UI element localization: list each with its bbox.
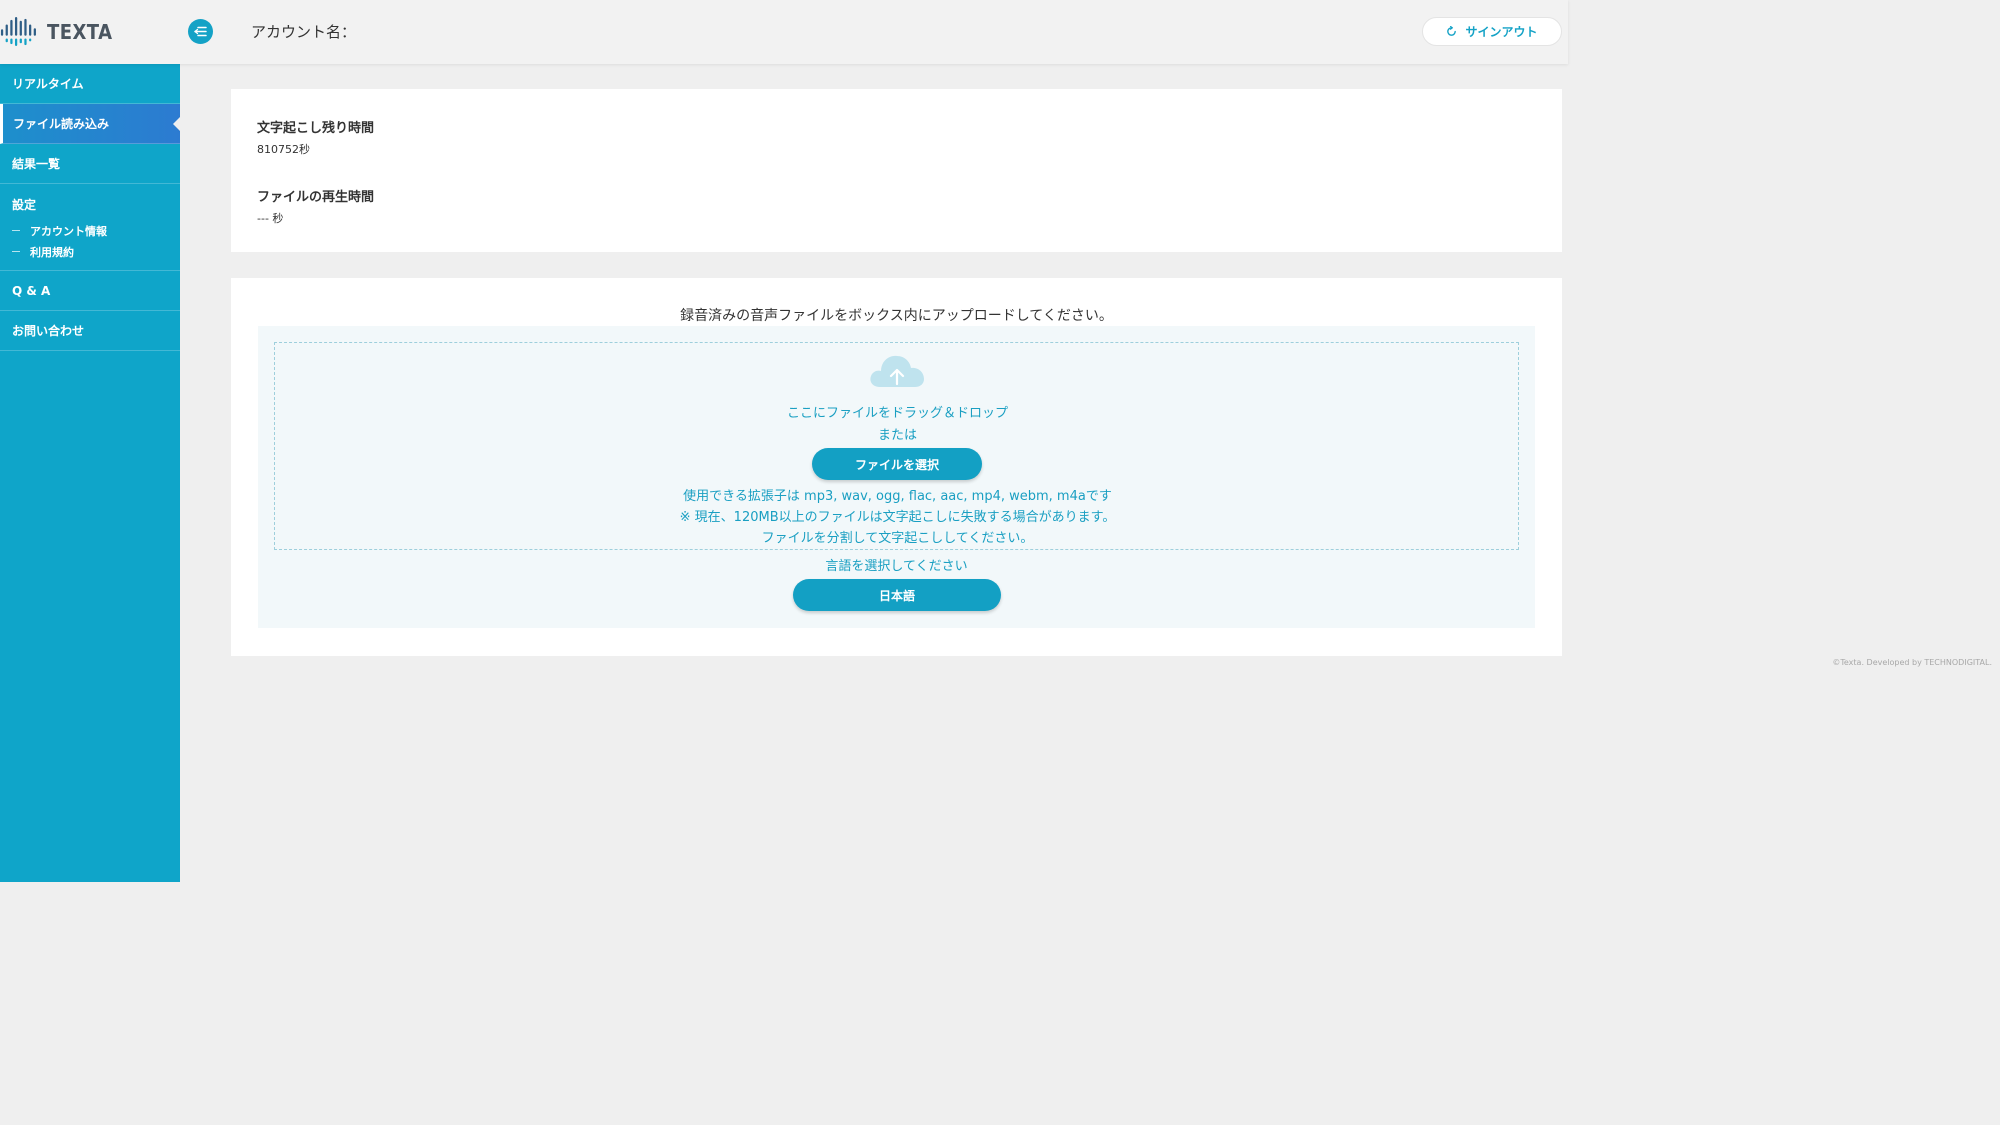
sidebar-group-settings: 設定 アカウント情報 利用規約 — [0, 184, 180, 271]
sidebar-subitem-label: アカウント情報 — [30, 224, 107, 238]
drag-drop-text: ここにファイルをドラッグ＆ドロップ — [786, 406, 1008, 421]
select-file-button[interactable]: ファイルを選択 — [812, 448, 982, 480]
waveform-logo-icon — [0, 17, 36, 47]
account-name-label: アカウント名： — [251, 23, 357, 41]
dash-icon — [12, 251, 20, 252]
footer-copyright: ©Texta. Developed by TECHNODIGITAL. — [1832, 658, 1992, 667]
language-select-label: 言語を選択してください — [825, 559, 968, 574]
sidebar-item-label: ファイル読み込み — [13, 117, 110, 131]
sidebar-group-title[interactable]: 設定 — [12, 196, 180, 212]
split-note: ファイルを分割して文字起こししてください。 — [761, 531, 1034, 546]
playback-time-value: --- 秒 — [257, 212, 284, 225]
signout-label: サインアウト — [1465, 25, 1538, 39]
texta-logo[interactable]: TEXTA — [0, 14, 120, 50]
signout-button[interactable]: サインアウト — [1422, 17, 1562, 46]
upload-panel: ここにファイルをドラッグ＆ドロップ または ファイルを選択 使用できる拡張子は … — [258, 326, 1535, 628]
size-warning: ※ 現在、120MB以上のファイルは文字起こしに失敗する場合があります。 — [679, 510, 1116, 525]
language-select-button[interactable]: 日本語 — [793, 579, 1001, 611]
playback-time-title: ファイルの再生時間 — [257, 190, 375, 205]
or-text: または — [877, 428, 917, 443]
sidebar-item-label: お問い合わせ — [12, 324, 85, 338]
logo-text: TEXTA — [47, 20, 113, 44]
sidebar-item-file-import[interactable]: ファイル読み込み — [0, 104, 180, 144]
upload-card: 録音済みの音声ファイルをボックス内にアップロードしてください。 ここにファイルを… — [231, 278, 1562, 656]
sidebar-subitem-account-info[interactable]: アカウント情報 — [12, 220, 180, 241]
sidebar-item-label: Q & A — [12, 283, 51, 298]
sidebar-subitem-terms[interactable]: 利用規約 — [12, 241, 180, 262]
menu-toggle-button[interactable] — [188, 19, 213, 44]
top-header: TEXTA アカウント名： サインアウト — [0, 0, 1568, 64]
cloud-upload-icon — [870, 355, 924, 387]
sidebar: リアルタイム ファイル読み込み 結果一覧 設定 アカウント情報 利用規約 Q &… — [0, 64, 180, 882]
sidebar-item-contact[interactable]: お問い合わせ — [0, 311, 180, 351]
sidebar-item-label: リアルタイム — [12, 77, 84, 91]
sidebar-subitem-label: 利用規約 — [30, 245, 74, 259]
sidebar-item-realtime[interactable]: リアルタイム — [0, 64, 180, 104]
sidebar-item-label: 結果一覧 — [12, 157, 61, 171]
upload-heading: 録音済みの音声ファイルをボックス内にアップロードしてください。 — [680, 308, 1113, 324]
remaining-time-value: 810752秒 — [257, 143, 310, 156]
active-caret-icon — [173, 117, 180, 131]
transcription-info-card: 文字起こし残り時間 810752秒 ファイルの再生時間 --- 秒 — [231, 89, 1562, 252]
sidebar-item-results[interactable]: 結果一覧 — [0, 144, 180, 184]
file-drop-zone[interactable]: ここにファイルをドラッグ＆ドロップ または ファイルを選択 使用できる拡張子は … — [274, 342, 1519, 550]
refresh-icon — [1446, 26, 1457, 37]
menu-collapse-icon — [194, 26, 207, 37]
extensions-note: 使用できる拡張子は mp3, wav, ogg, flac, aac, mp4,… — [683, 489, 1112, 504]
remaining-time-title: 文字起こし残り時間 — [257, 121, 375, 136]
sidebar-item-qa[interactable]: Q & A — [0, 271, 180, 311]
dash-icon — [12, 230, 20, 231]
